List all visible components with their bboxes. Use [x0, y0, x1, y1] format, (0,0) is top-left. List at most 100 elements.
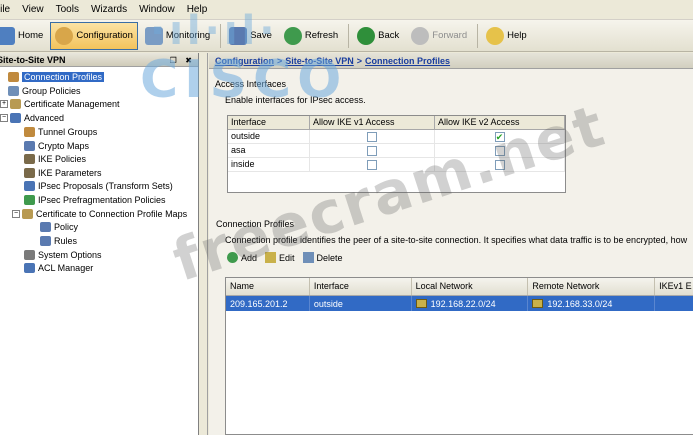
home-label: Home [18, 30, 44, 41]
menu-view[interactable]: View [16, 4, 50, 15]
back-button[interactable]: Back [352, 22, 404, 50]
tree-item-label: System Options [38, 249, 102, 260]
column-header-interface[interactable]: Interface [228, 116, 310, 129]
forward-button[interactable]: Forward [406, 22, 472, 50]
group-policies-icon [8, 85, 19, 96]
breadcrumb-separator: > [277, 55, 283, 66]
tree-item-certificate-management[interactable]: + Certificate Management [0, 97, 120, 110]
monitoring-button[interactable]: Monitoring [140, 22, 215, 50]
monitoring-icon [144, 26, 163, 45]
column-header-interface[interactable]: Interface [310, 278, 412, 295]
table-row[interactable]: 209.165.201.2 outside 192.168.22.0/24 19… [226, 296, 693, 311]
acl-manager-icon [24, 262, 35, 273]
navigation-panel: Site-to-Site VPN ❐ ✖ Connection Profiles… [0, 53, 199, 435]
connection-profiles-table: Name Interface Local Network Remote Netw… [225, 277, 693, 435]
connection-profiles-title: Connection Profiles [216, 219, 295, 229]
panel-controls: ❐ ✖ [164, 55, 192, 65]
interface-cell: outside [228, 130, 310, 143]
main-toolbar: Home Configuration Monitoring Save Refre… [0, 20, 693, 52]
tree-item-group-policies[interactable]: Group Policies [8, 84, 81, 97]
tree-item-advanced[interactable]: − Advanced [0, 111, 64, 124]
network-object-icon [415, 299, 427, 308]
save-button[interactable]: Save [224, 22, 277, 50]
refresh-icon [283, 26, 302, 45]
system-options-icon [24, 249, 35, 260]
tree-item-label: Policy [54, 221, 79, 232]
edit-button[interactable]: Edit [265, 252, 295, 263]
tree-item-ipsec-prefragmentation[interactable]: IPsec Prefragmentation Policies [24, 193, 166, 206]
menu-wizards[interactable]: Wizards [85, 4, 133, 15]
table-row[interactable]: outside ✔ [228, 130, 565, 144]
expand-toggle[interactable]: + [0, 99, 8, 108]
menu-window[interactable]: Window [133, 4, 181, 15]
breadcrumb-configuration[interactable]: Configuration [215, 56, 274, 66]
table-header: Name Interface Local Network Remote Netw… [226, 278, 693, 296]
tree-item-certificate-maps[interactable]: − Certificate to Connection Profile Maps [12, 207, 187, 220]
tree-item-ipsec-proposals[interactable]: IPsec Proposals (Transform Sets) [24, 179, 173, 192]
ikev1-checkbox[interactable] [367, 146, 377, 156]
refresh-button[interactable]: Refresh [279, 22, 343, 50]
ipsec-proposals-icon [24, 180, 35, 191]
ikev2-checkbox[interactable] [494, 146, 505, 156]
tree-item-crypto-maps[interactable]: Crypto Maps [24, 139, 89, 152]
access-interfaces-title: Access Interfaces [215, 79, 287, 89]
ikev2-checkbox[interactable]: ✔ [494, 132, 505, 142]
column-header-name[interactable]: Name [226, 278, 310, 295]
tree-item-label: IKE Parameters [38, 167, 102, 178]
table-row[interactable]: asa [228, 144, 565, 158]
ipsec-prefragmentation-icon [24, 194, 35, 205]
tree-item-acl-manager[interactable]: ACL Manager [24, 261, 93, 274]
tree-item-system-options[interactable]: System Options [24, 248, 102, 261]
ikev2-cell [435, 144, 565, 157]
ikev2-cell: ✔ [435, 130, 565, 143]
add-label: Add [241, 252, 258, 263]
tree-item-connection-profiles[interactable]: Connection Profiles [8, 70, 105, 83]
delete-label: Delete [316, 252, 343, 263]
tree-item-label: Advanced [24, 112, 65, 123]
ike-policies-icon [24, 153, 35, 164]
breadcrumb-connection-profiles[interactable]: Connection Profiles [365, 56, 450, 66]
tree-item-label: Tunnel Groups [38, 126, 98, 137]
advanced-icon [10, 112, 21, 123]
delete-button[interactable]: Delete [302, 252, 343, 263]
add-button[interactable]: Add [227, 252, 257, 263]
tree-item-ike-parameters[interactable]: IKE Parameters [24, 166, 102, 179]
local-network-value: 192.168.22.0/24 [430, 298, 496, 309]
tree-item-rules[interactable]: Rules [40, 234, 77, 247]
close-panel-icon[interactable]: ✖ [185, 56, 192, 65]
column-header-remote-network[interactable]: Remote Network [528, 278, 656, 295]
column-header-ikev1[interactable]: Allow IKE v1 Access [310, 116, 435, 129]
navigation-panel-title: Site-to-Site VPN [0, 54, 66, 65]
ikev1-cell [310, 144, 435, 157]
tree-item-label: Group Policies [22, 85, 81, 96]
connection-profiles-description: Connection profile identifies the peer o… [225, 235, 688, 245]
menu-tools[interactable]: Tools [50, 4, 85, 15]
refresh-label: Refresh [304, 30, 339, 41]
column-header-ikev1[interactable]: IKEv1 E [655, 278, 693, 295]
tree-item-policy[interactable]: Policy [40, 220, 78, 233]
menu-file[interactable]: File [0, 4, 16, 15]
float-panel-icon[interactable]: ❐ [170, 56, 177, 65]
tree-item-ike-policies[interactable]: IKE Policies [24, 152, 86, 165]
collapse-toggle[interactable]: − [12, 209, 20, 218]
ikev2-checkbox[interactable] [494, 160, 505, 170]
column-header-ikev2[interactable]: Allow IKE v2 Access [435, 116, 565, 129]
home-button[interactable]: Home [0, 22, 48, 50]
breadcrumb-site-to-site-vpn[interactable]: Site-to-Site VPN [285, 56, 354, 66]
help-button[interactable]: Help [481, 22, 532, 50]
tree-item-tunnel-groups[interactable]: Tunnel Groups [24, 125, 97, 138]
column-header-local-network[interactable]: Local Network [412, 278, 529, 295]
home-icon [0, 26, 15, 45]
panel-splitter[interactable] [200, 53, 208, 435]
configuration-button[interactable]: Configuration [50, 21, 138, 50]
ikev1-checkbox[interactable] [367, 132, 377, 142]
ikev1-checkbox[interactable] [367, 160, 377, 170]
crypto-maps-icon [24, 140, 35, 151]
access-interfaces-description: Enable interfaces for IPsec access. [225, 95, 366, 105]
toolbar-separator [220, 23, 222, 48]
menu-help[interactable]: Help [181, 4, 214, 15]
collapse-toggle[interactable]: − [0, 113, 8, 122]
forward-label: Forward [432, 30, 468, 41]
table-row[interactable]: inside [228, 158, 565, 172]
tree-item-label: ACL Manager [38, 262, 94, 273]
